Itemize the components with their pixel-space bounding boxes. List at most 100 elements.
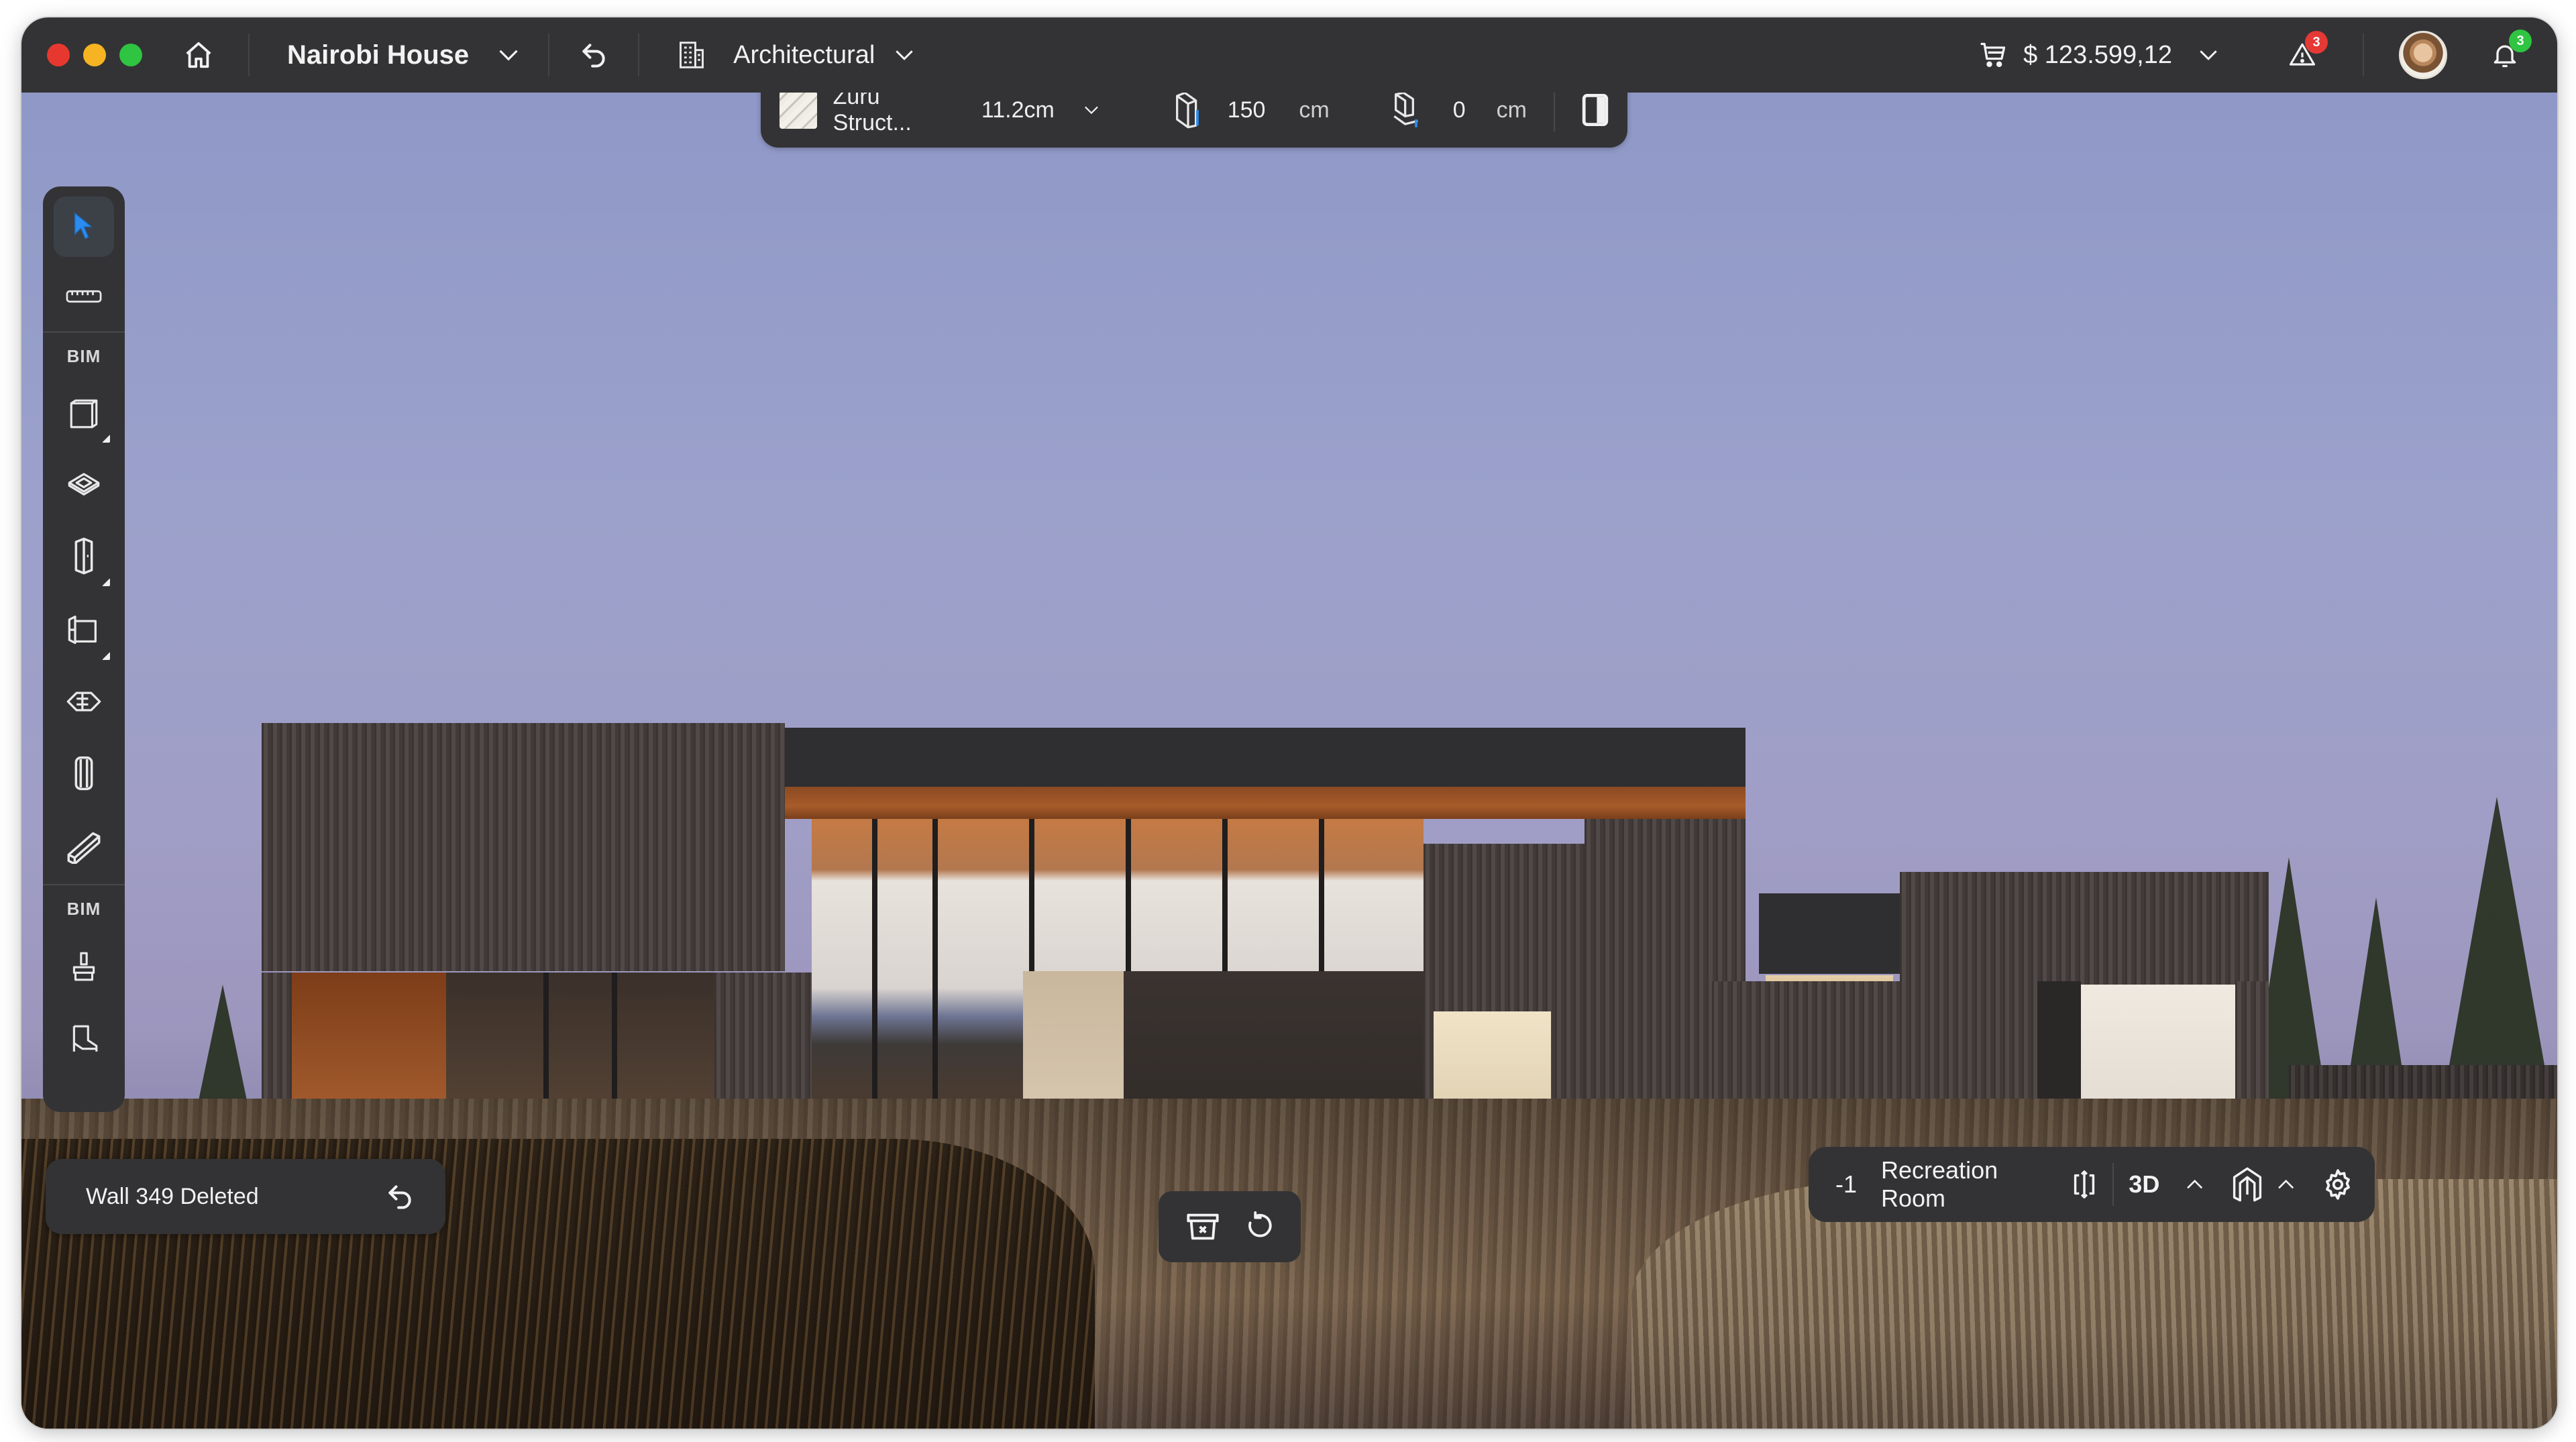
floor-plan-3d-icon [2233, 1167, 2261, 1202]
room-name[interactable]: Recreation Room [1881, 1156, 2051, 1213]
toast-message: Wall 349 Deleted [86, 1183, 259, 1209]
paint-brush-icon [72, 952, 95, 981]
chair-icon [72, 1025, 98, 1052]
close-window-button[interactable] [47, 44, 70, 66]
tool-slab[interactable] [43, 449, 125, 519]
chevron-up-icon[interactable] [2186, 1178, 2203, 1190]
ruler-icon [66, 290, 102, 303]
section-label-bim: BIM [66, 898, 101, 919]
building-icon [680, 42, 704, 68]
tool-furniture[interactable] [43, 1002, 125, 1076]
user-avatar[interactable] [2399, 31, 2447, 79]
wall-height-field[interactable]: 150 cm [1171, 91, 1330, 129]
undo-icon [388, 1185, 411, 1209]
tools-sidebar: BIM BIM [43, 186, 125, 1112]
wall-alignment-icon [1582, 94, 1609, 126]
discipline-selector[interactable]: Architectural [677, 40, 914, 70]
chevron-down-icon [896, 50, 914, 60]
right-wing-roof [1759, 893, 1900, 974]
wall-offset-value: 0 [1452, 97, 1466, 123]
cart-total[interactable]: $ 123.599,12 [1978, 40, 2218, 70]
swap-icon [2074, 1170, 2095, 1199]
title-bar: Nairobi House Architectural $ 123.599,12… [21, 17, 2557, 93]
total-price: $ 123.599,12 [2023, 40, 2172, 69]
gear-icon [2326, 1169, 2350, 1200]
home-icon [186, 42, 211, 68]
tool-measure[interactable] [43, 262, 125, 331]
wall-box-icon [70, 399, 98, 429]
door-icon [74, 537, 93, 575]
rotate-icon [1248, 1211, 1272, 1237]
divider [2363, 34, 2364, 76]
delete-icon [1186, 1213, 1219, 1240]
undo-icon [582, 44, 605, 68]
project-selector[interactable]: Nairobi House [287, 40, 519, 70]
stairs-icon [66, 691, 101, 712]
divider [2112, 1163, 2114, 1206]
divider [638, 34, 640, 76]
window-icon [68, 615, 97, 645]
roof-fascia [785, 728, 1746, 787]
tool-wall[interactable] [43, 380, 125, 449]
discipline-label: Architectural [733, 40, 875, 69]
selection-actions-bar [1159, 1191, 1301, 1262]
settings-button[interactable] [2321, 1168, 2355, 1201]
minimize-window-button[interactable] [83, 44, 106, 66]
divider [1554, 89, 1555, 131]
material-swatch [780, 91, 817, 129]
wall-offset-unit: cm [1496, 97, 1527, 123]
submenu-indicator [102, 578, 110, 586]
chevron-up-icon[interactable] [2277, 1178, 2294, 1190]
material-thickness: 11.2cm [981, 97, 1055, 123]
chevron-down-icon [499, 50, 518, 61]
tool-window[interactable] [43, 593, 125, 667]
cursor-arrow-icon [74, 212, 93, 239]
notifications-button[interactable]: 3 [2485, 30, 2532, 75]
tool-paint[interactable] [43, 932, 125, 1002]
tool-beam[interactable] [43, 810, 125, 884]
mullion [932, 819, 938, 1101]
home-button[interactable] [178, 35, 219, 75]
submenu-indicator [102, 652, 110, 660]
submenu-indicator [102, 435, 110, 443]
window-controls [47, 44, 142, 66]
chevron-down-icon [2200, 50, 2217, 60]
wall-height-unit: cm [1299, 97, 1330, 123]
chevron-down-icon [1084, 106, 1098, 115]
maximize-window-button[interactable] [119, 44, 142, 66]
app-window: Nairobi House Architectural $ 123.599,12… [21, 17, 2557, 1429]
swap-room-button[interactable] [2071, 1169, 2098, 1200]
view-controls-bar: -1 Recreation Room 3D [1809, 1147, 2375, 1222]
floor-plan-button[interactable] [2231, 1166, 2264, 1203]
slab-icon [68, 473, 100, 496]
notifications-badge: 3 [2509, 30, 2532, 52]
wall-offset-icon [1393, 91, 1418, 127]
mullion [872, 819, 877, 1101]
wall-height-icon [1175, 91, 1199, 129]
wall-height-value: 150 [1227, 97, 1266, 123]
column-icon [74, 756, 93, 791]
cart-icon [1980, 42, 2006, 67]
divider [548, 34, 550, 76]
wall-alignment-button[interactable] [1582, 94, 1609, 126]
beam-icon [67, 832, 101, 864]
divider [248, 34, 250, 76]
house-upper-left-block [262, 723, 785, 971]
wood-soffit [785, 787, 1746, 819]
alerts-button[interactable]: 3 [2282, 31, 2328, 75]
project-name: Nairobi House [287, 40, 470, 70]
view-mode[interactable]: 3D [2129, 1170, 2159, 1199]
tool-column[interactable] [43, 736, 125, 810]
section-label-bim: BIM [66, 345, 101, 366]
level-indicator[interactable]: -1 [1835, 1170, 1857, 1199]
tool-door[interactable] [43, 519, 125, 593]
toast-undo-button[interactable] [385, 1182, 415, 1211]
alerts-badge: 3 [2305, 31, 2328, 54]
deletion-toast: Wall 349 Deleted [46, 1159, 445, 1234]
tool-select[interactable] [43, 186, 125, 262]
delete-button[interactable] [1185, 1211, 1220, 1242]
undo-button[interactable] [574, 35, 614, 75]
rotate-button[interactable] [1244, 1211, 1275, 1243]
tool-stairs[interactable] [43, 667, 125, 736]
wall-offset-field[interactable]: 0 cm [1390, 91, 1527, 129]
